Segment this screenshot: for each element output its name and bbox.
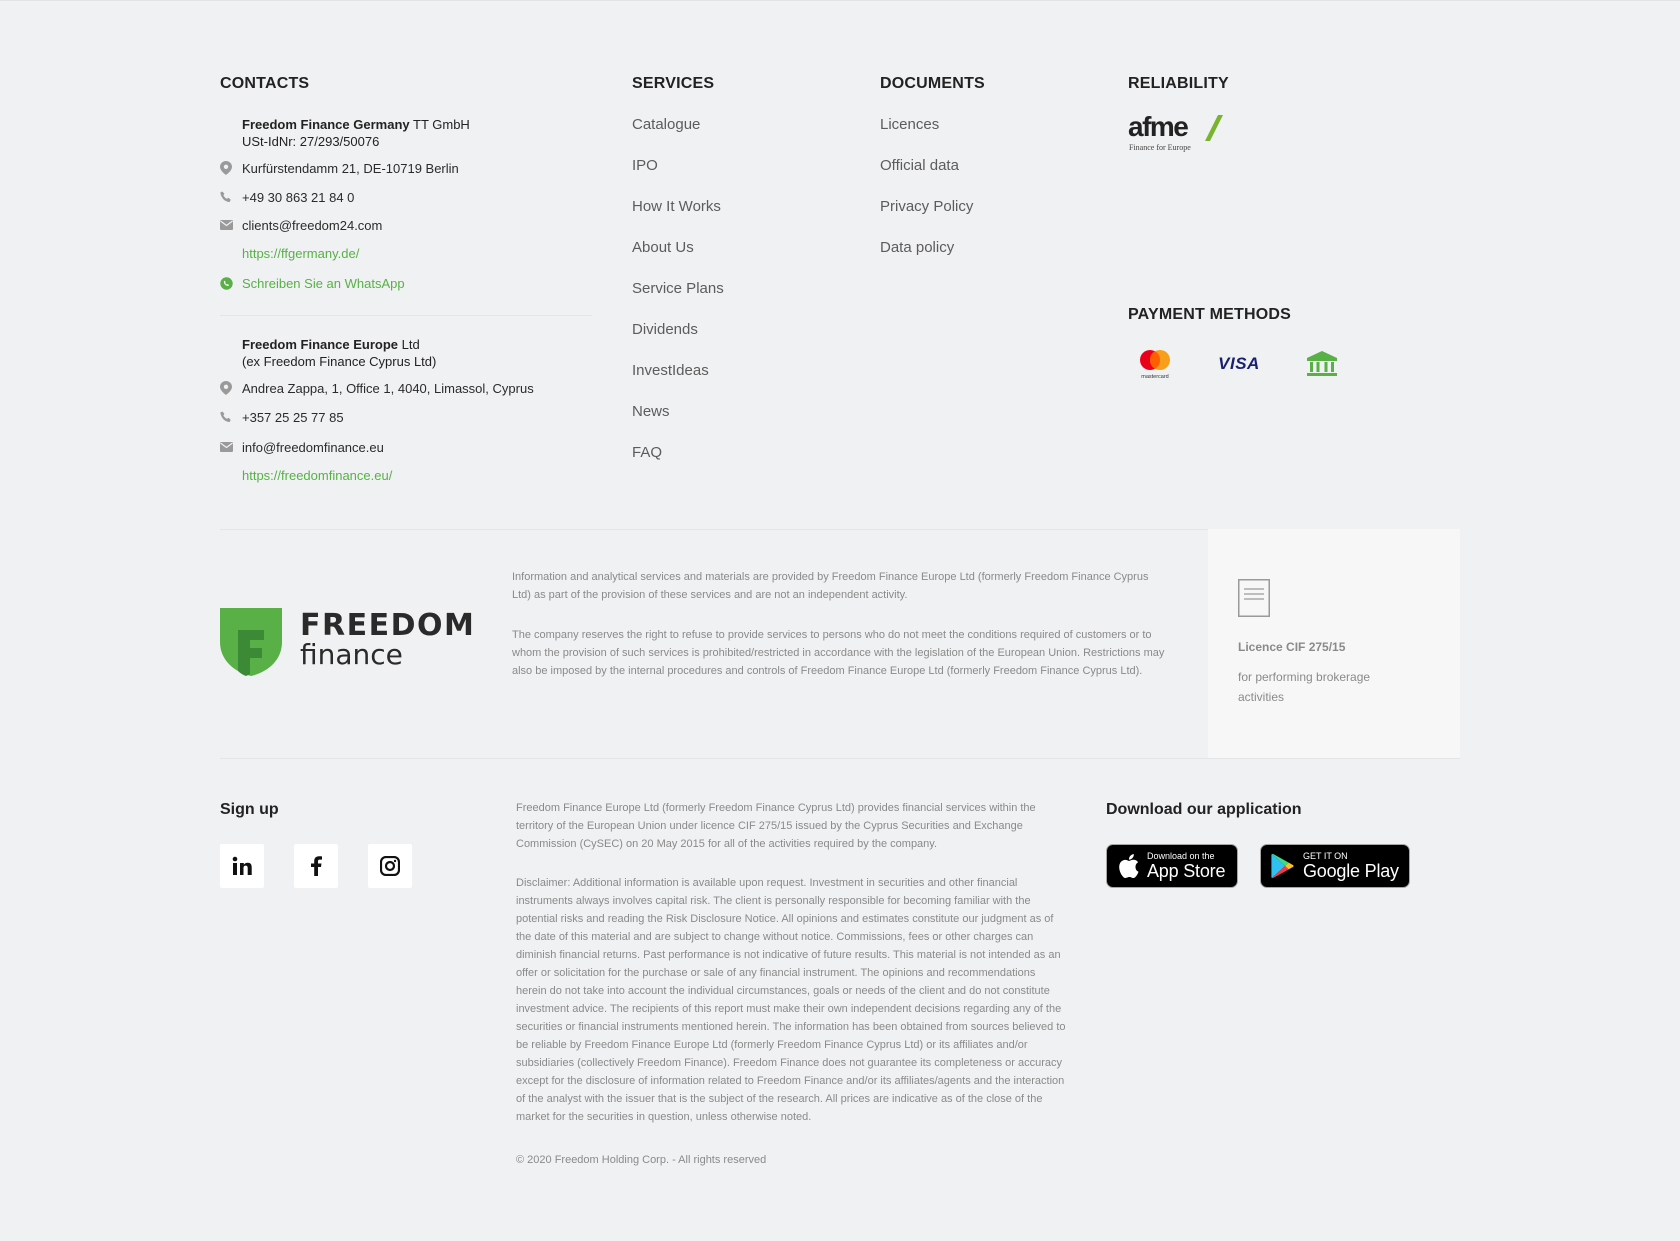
google-play-button[interactable]: GET IT ON Google Play: [1260, 844, 1410, 888]
afme-slash-icon: [1205, 115, 1223, 141]
documents-item-official-data[interactable]: Official data: [880, 156, 973, 197]
europe-company: Freedom Finance Europe Ltd (ex Freedom F…: [242, 336, 436, 370]
legal-text-2: The company reserves the right to refuse…: [512, 629, 1165, 677]
services-item-catalogue[interactable]: Catalogue: [632, 115, 724, 156]
phone-icon: [220, 191, 242, 203]
services-item-how-it-works[interactable]: How It Works: [632, 197, 724, 238]
germany-company-suffix: TT GmbH: [409, 117, 470, 132]
section-divider-bottom: [220, 758, 1460, 759]
visa-label: VISA: [1218, 354, 1260, 373]
logo-word-finance: finance: [300, 638, 403, 671]
services-item-dividends[interactable]: Dividends: [632, 320, 724, 361]
afme-logo[interactable]: afme Finance for Europe: [1128, 112, 1238, 158]
app-store-button[interactable]: Download on the App Store: [1106, 844, 1238, 888]
germany-company-name: Freedom Finance Germany: [242, 117, 410, 132]
europe-former-name: (ex Freedom Finance Cyprus Ltd): [242, 354, 437, 369]
google-play-icon: [1271, 853, 1294, 879]
europe-address: Andrea Zappa, 1, Office 1, 4040, Limasso…: [242, 380, 534, 396]
document-icon: [1238, 579, 1270, 617]
europe-phone-row: +357 25 25 77 85: [220, 408, 344, 426]
germany-address: Kurfürstendamm 21, DE-10719 Berlin: [242, 160, 459, 176]
reliability-heading: RELIABILITY: [1128, 75, 1229, 92]
linkedin-icon[interactable]: [220, 844, 264, 888]
mail-icon: [220, 220, 242, 230]
services-heading: SERVICES: [632, 75, 715, 92]
bank-icon: [1293, 344, 1351, 384]
contacts-heading: CONTACTS: [220, 75, 310, 92]
disclaimer-text-1: Freedom Finance Europe Ltd (formerly Fre…: [516, 802, 1036, 850]
visa-icon: VISA: [1210, 344, 1268, 384]
location-pin-icon: [220, 381, 242, 395]
germany-phone-row: +49 30 863 21 84 0: [220, 188, 354, 206]
services-item-faq[interactable]: FAQ: [632, 443, 724, 484]
services-list: Catalogue IPO How It Works About Us Serv…: [632, 115, 724, 484]
germany-address-row: Kurfürstendamm 21, DE-10719 Berlin: [220, 159, 459, 177]
google-play-small-text: GET IT ON: [1303, 851, 1348, 861]
services-item-news[interactable]: News: [632, 402, 724, 443]
instagram-icon[interactable]: [368, 844, 412, 888]
europe-website-link[interactable]: https://freedomfinance.eu/: [242, 468, 392, 483]
licence-description: for performing brokerage activities: [1238, 670, 1371, 704]
germany-ust: USt-IdNr: 27/293/50076: [242, 134, 380, 149]
contacts-section: CONTACTS Freedom Finance Germany TT GmbH…: [220, 72, 600, 492]
location-pin-icon: [220, 161, 242, 175]
germany-phone[interactable]: +49 30 863 21 84 0: [242, 190, 354, 205]
mastercard-icon: mastercard: [1126, 344, 1184, 384]
europe-company-name: Freedom Finance Europe: [242, 337, 399, 352]
services-item-about-us[interactable]: About Us: [632, 238, 724, 279]
services-item-investideas[interactable]: InvestIdeas: [632, 361, 724, 402]
top-border: [0, 0, 1680, 1]
signup-heading: Sign up: [220, 801, 279, 818]
germany-email[interactable]: clients@freedom24.com: [242, 218, 382, 233]
afme-tagline: Finance for Europe: [1129, 143, 1191, 152]
whatsapp-link[interactable]: Schreiben Sie an WhatsApp: [220, 276, 405, 291]
europe-company-suffix: Ltd: [398, 337, 420, 352]
freedom-finance-logo[interactable]: FREEDOM finance: [220, 608, 480, 678]
legal-text-1: Information and analytical services and …: [512, 571, 1149, 601]
europe-email[interactable]: info@freedomfinance.eu: [242, 440, 384, 455]
facebook-icon[interactable]: [294, 844, 338, 888]
europe-phone[interactable]: +357 25 25 77 85: [242, 410, 344, 425]
documents-item-data-policy[interactable]: Data policy: [880, 238, 973, 279]
disclaimer-text-2: Disclaimer: Additional information is av…: [516, 877, 1066, 1123]
germany-email-row: clients@freedom24.com: [220, 216, 382, 234]
afme-logo-text: afme: [1128, 111, 1189, 142]
licence-title: Licence CIF 275/15: [1238, 640, 1346, 654]
contacts-divider: [220, 315, 592, 316]
google-play-big-text: Google Play: [1303, 861, 1399, 881]
germany-company: Freedom Finance Germany TT GmbH USt-IdNr…: [242, 116, 470, 150]
app-store-big-text: App Store: [1147, 861, 1226, 881]
documents-heading: DOCUMENTS: [880, 75, 985, 92]
licence-box: Licence CIF 275/15 for performing broker…: [1208, 529, 1460, 758]
europe-email-row: info@freedomfinance.eu: [220, 438, 384, 456]
app-store-small-text: Download on the: [1147, 851, 1215, 861]
documents-item-privacy-policy[interactable]: Privacy Policy: [880, 197, 973, 238]
europe-address-row: Andrea Zappa, 1, Office 1, 4040, Limasso…: [220, 379, 534, 397]
freedom-shield-icon: [220, 608, 282, 676]
mail-icon: [220, 442, 242, 452]
copyright: © 2020 Freedom Holding Corp. - All right…: [516, 1154, 767, 1166]
apple-icon: [1119, 854, 1139, 878]
phone-icon: [220, 411, 242, 423]
whatsapp-label: Schreiben Sie an WhatsApp: [242, 276, 405, 291]
payment-heading: PAYMENT METHODS: [1128, 306, 1292, 323]
services-item-ipo[interactable]: IPO: [632, 156, 724, 197]
documents-item-licences[interactable]: Licences: [880, 115, 973, 156]
germany-website-link[interactable]: https://ffgermany.de/: [242, 246, 359, 261]
mastercard-label: mastercard: [1141, 374, 1169, 380]
whatsapp-icon: [220, 277, 242, 290]
apps-heading: Download our application: [1106, 801, 1302, 818]
services-item-service-plans[interactable]: Service Plans: [632, 279, 724, 320]
documents-list: Licences Official data Privacy Policy Da…: [880, 115, 973, 279]
